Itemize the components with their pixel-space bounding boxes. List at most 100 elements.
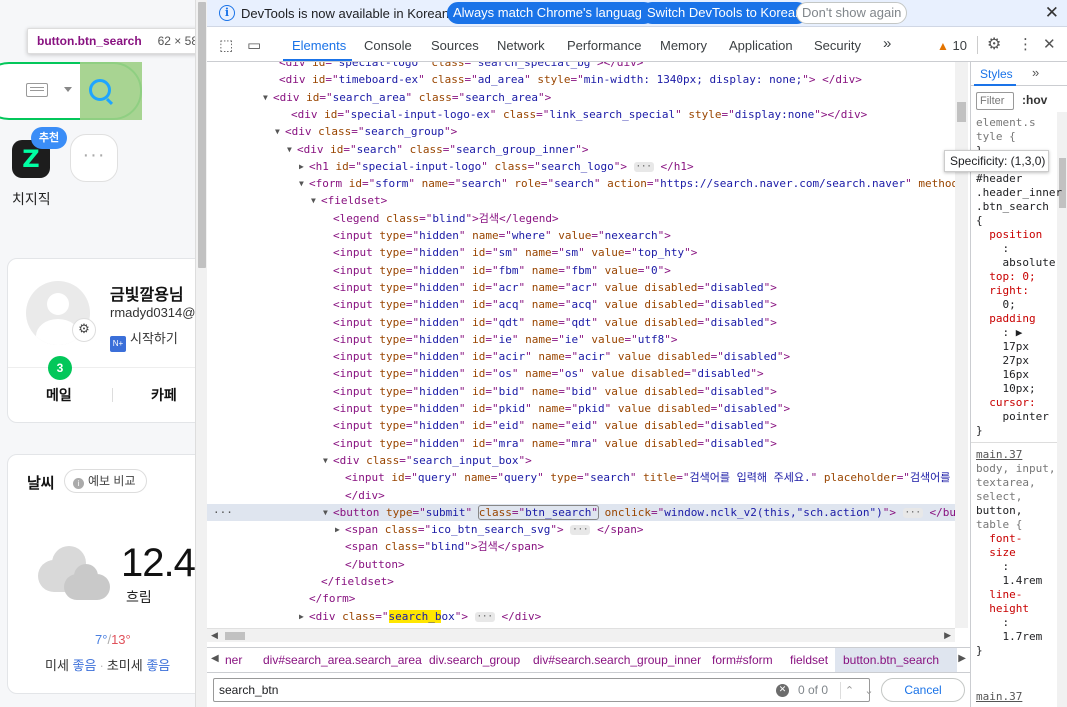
css-rule-text[interactable]: 17px [976,340,1029,354]
collapse-arrow-icon[interactable]: ▼ [323,452,328,469]
page-scrollbar-thumb[interactable] [198,2,206,268]
breadcrumb-item[interactable]: form#sform [712,653,773,667]
dont-show-again-button[interactable]: Don't show again [796,2,908,24]
kebab-menu-icon[interactable]: ⋮ [1018,35,1033,53]
dom-node-row[interactable]: ▶ <span class="ico_btn_search_svg"> ··· <… [207,521,957,538]
css-rule-text[interactable]: tyle { [976,130,1016,144]
css-rule-text[interactable]: body, input, [976,462,1055,476]
dom-node-row[interactable]: </div> [207,487,957,504]
tab-application[interactable]: Application [729,38,793,53]
tab-security[interactable]: Security [814,38,861,53]
clear-search-icon[interactable]: ✕ [776,684,789,697]
breadcrumb-item-active[interactable]: button.btn_search [843,653,939,667]
styles-scrollbar[interactable] [1057,112,1067,707]
dom-node-row[interactable]: ▶ <h1 id="special-input-logo" class="sear… [207,158,957,175]
dom-node-row[interactable]: <input type="hidden" id="acq" name="acq"… [207,296,957,313]
breadcrumb-item[interactable]: div#search.search_group_inner [533,653,701,667]
dom-node-row[interactable]: ▼ <fieldset> [207,192,957,209]
profile-nickname[interactable]: 금빛깔용님 [110,281,184,305]
css-rule-text[interactable]: : ▶ [976,326,1022,340]
expand-arrow-icon[interactable]: ▶ [299,608,304,625]
css-rule-text[interactable]: : [976,616,1009,630]
breadcrumb-item[interactable]: ner [225,653,242,667]
dom-node-row[interactable]: ▼ <div class="search_group"> [207,123,957,140]
hover-state-toggle[interactable]: :hov [1022,93,1047,107]
scrollbar-thumb[interactable] [225,632,245,640]
close-icon[interactable]: ✕ [1045,3,1059,23]
search-icon[interactable] [89,79,111,101]
breadcrumb-item[interactable]: div#search_area.search_area [263,653,422,667]
css-rule-text[interactable]: : [976,560,1009,574]
css-rule-text[interactable]: .header_inner [976,186,1062,200]
profile-settings-icon[interactable]: ⚙ [72,318,96,342]
css-property[interactable]: cursor: [976,396,1035,410]
more-shortcuts-button[interactable]: ··· [70,134,118,182]
settings-icon[interactable]: ⚙ [987,34,1001,53]
css-property[interactable]: font- [976,532,1022,546]
dom-node-row[interactable]: <input type="hidden" id="acir" name="aci… [207,348,957,365]
collapsed-children-icon[interactable]: ··· [633,161,654,172]
css-rule-text[interactable]: .btn_search [976,200,1049,214]
dom-node-row[interactable]: <input type="hidden" id="qdt" name="qdt"… [207,314,957,331]
collapsed-children-icon[interactable]: ··· [902,507,923,518]
dom-node-row[interactable]: ▼ <form id="sform" name="search" role="se… [207,175,957,192]
collapse-arrow-icon[interactable]: ▼ [263,89,268,106]
tab-elements[interactable]: Elements [292,38,346,53]
dom-node-row[interactable]: <input type="hidden" id="pkid" name="pki… [207,400,957,417]
breadcrumb-scroll-left-icon[interactable]: ◀ [211,653,219,664]
expand-arrow-icon[interactable]: ▶ [335,521,340,538]
dom-node-row[interactable]: <div id="special-input-logo-ex" class="l… [207,106,957,123]
css-rule-text[interactable]: 0; [976,298,1015,312]
close-devtools-icon[interactable]: ✕ [1043,35,1056,53]
dom-node-row[interactable]: </fieldset> [207,573,957,590]
more-tabs-icon[interactable]: » [1032,65,1039,80]
scroll-left-icon[interactable]: ◀ [211,630,218,641]
css-rule-text[interactable]: textarea, [976,476,1036,490]
dom-horizontal-scrollbar[interactable]: ◀ ▶ [207,628,955,642]
dom-node-row[interactable]: <input type="hidden" id="os" name="os" v… [207,365,957,382]
css-rule-text[interactable]: select, [976,490,1022,504]
warnings-counter[interactable]: ▲ 10 [937,38,967,53]
css-property[interactable]: right: [976,284,1029,298]
dom-node-row[interactable]: ▼ <div id="search_area" class="search_are… [207,89,957,106]
collapse-arrow-icon[interactable]: ▼ [287,141,292,158]
stylesheet-link[interactable]: main.37 [976,690,1022,704]
expand-arrow-icon[interactable]: ▶ [299,158,304,175]
css-rule-text[interactable]: pointer [976,410,1048,424]
switch-to-korean-button[interactable]: Switch DevTools to Korean [641,2,809,24]
collapse-arrow-icon[interactable]: ▼ [275,123,280,140]
node-actions-icon[interactable]: ··· [213,504,233,521]
css-property[interactable]: position [976,228,1042,242]
css-property[interactable]: height [976,602,1029,616]
dom-node-row[interactable]: <input type="hidden" id="acr" name="acr"… [207,279,957,296]
dom-tree[interactable]: <div id="special-logo" class="search_spe… [207,62,957,628]
css-rule-text[interactable]: button, [976,504,1022,518]
css-rule-text[interactable]: } [976,644,983,658]
dom-node-row[interactable]: <input type="hidden" name="where" value=… [207,227,957,244]
css-rule-text[interactable]: #header [976,172,1022,186]
tab-sources[interactable]: Sources [431,38,479,53]
css-rule-text[interactable]: absolute [976,256,1055,270]
dom-node-row[interactable]: </form> [207,590,957,607]
css-rule-text[interactable]: element.s [976,116,1036,130]
dom-node-row[interactable]: ▼ <div class="search_input_box"> [207,452,957,469]
scroll-right-icon[interactable]: ▶ [944,630,951,641]
mail-tab[interactable]: 메일 [46,385,72,405]
collapse-arrow-icon[interactable]: ▼ [311,192,316,209]
dom-node-row[interactable]: <div id="timeboard-ex" class="ad_area" s… [207,71,957,88]
inspect-element-icon[interactable]: ⬚ [219,36,233,54]
css-rule-text[interactable]: 1.7rem [976,630,1042,644]
more-tabs-icon[interactable]: » [883,35,891,52]
chevron-down-icon[interactable] [64,87,72,92]
css-rule-text[interactable]: table { [976,518,1022,532]
css-rule-text[interactable]: } [976,424,983,438]
tab-performance[interactable]: Performance [567,38,641,53]
dom-node-row[interactable]: ▼ <div id="search" class="search_group_in… [207,141,957,158]
css-rule-text[interactable]: 16px [976,368,1029,382]
stylesheet-link[interactable]: main.37 [976,448,1022,462]
collapse-arrow-icon[interactable]: ▼ [323,504,328,521]
dom-node-row[interactable]: <input type="hidden" id="mra" name="mra"… [207,435,957,452]
tab-network[interactable]: Network [497,38,545,53]
next-match-icon[interactable]: ⌄ [860,682,878,699]
scrollbar-thumb[interactable] [957,102,966,122]
